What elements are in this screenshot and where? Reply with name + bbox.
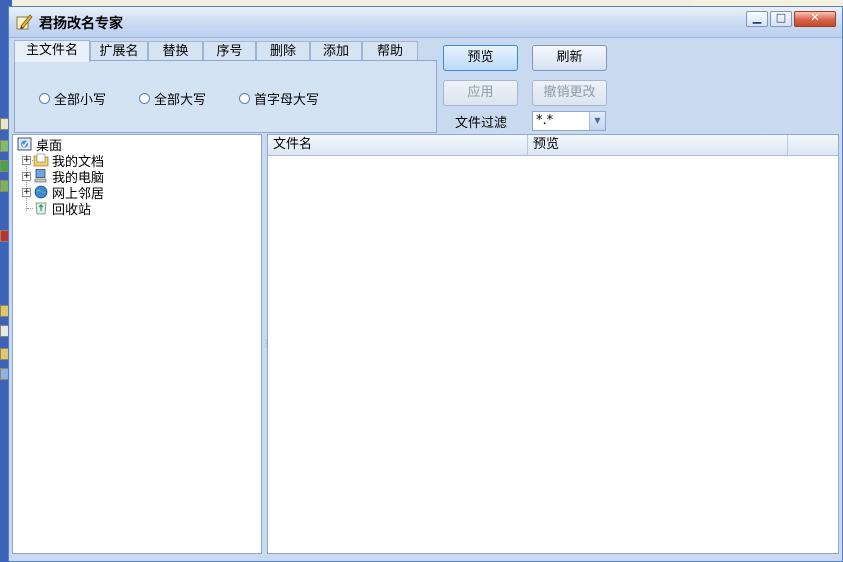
close-button[interactable]: ✕ [794, 11, 836, 27]
tree-node-recycle-bin[interactable]: 回收站 [33, 200, 92, 218]
documents-folder-icon [33, 153, 49, 167]
network-icon [34, 185, 48, 199]
minimize-icon: ▁ [752, 11, 762, 24]
radio-label: 全部大写 [154, 93, 207, 108]
file-list[interactable]: 文件名 预览 [267, 134, 839, 554]
folder-tree[interactable]: 桌面 + 我的文档 + 我的电脑 + 网上邻居 回收站 [12, 134, 262, 554]
radio-all-lowercase[interactable]: 全部小写 [39, 89, 106, 108]
tab-sequence[interactable]: 序号 [203, 41, 256, 61]
tab-help[interactable]: 帮助 [362, 41, 418, 61]
tab-replace[interactable]: 替换 [148, 41, 203, 61]
column-header-filename[interactable]: 文件名 [268, 135, 528, 155]
radio-all-uppercase[interactable]: 全部大写 [139, 89, 206, 108]
window-title: 君扬改名专家 [39, 16, 123, 32]
column-header-preview[interactable]: 预览 [528, 135, 788, 155]
undo-changes-button[interactable]: 撤销更改 [532, 80, 607, 106]
column-header-filler [788, 135, 838, 155]
radio-capitalize-first[interactable]: 首字母大写 [239, 89, 319, 108]
expand-plus-icon[interactable]: + [22, 171, 31, 181]
tab-extension[interactable]: 扩展名 [90, 41, 148, 61]
main-window: 君扬改名专家 ▁ □ ✕ 主文件名 扩展名 替换 序号 删除 添加 帮助 全部小… [8, 6, 843, 562]
radio-label: 全部小写 [54, 93, 107, 108]
refresh-button[interactable]: 刷新 [532, 45, 607, 71]
preview-button[interactable]: 预览 [443, 45, 518, 71]
tab-add[interactable]: 添加 [310, 41, 362, 61]
radio-label: 首字母大写 [254, 93, 320, 108]
tree-node-label: 回收站 [52, 202, 92, 218]
maximize-button[interactable]: □ [770, 11, 792, 27]
radio-circle-icon[interactable] [239, 93, 250, 104]
tab-delete[interactable]: 删除 [256, 41, 310, 61]
title-bar[interactable]: 君扬改名专家 ▁ □ ✕ [9, 7, 842, 38]
recycle-bin-icon [35, 202, 47, 215]
expand-plus-icon[interactable]: + [22, 187, 31, 197]
pencil-app-icon [16, 14, 33, 30]
radio-circle-icon[interactable] [39, 93, 50, 104]
expand-plus-icon[interactable]: + [22, 155, 31, 165]
tab-panel-main-filename: 全部小写 全部大写 首字母大写 [14, 60, 437, 133]
tab-bar: 主文件名 扩展名 替换 序号 删除 添加 帮助 [14, 40, 434, 62]
close-icon: ✕ [810, 11, 820, 24]
window-controls: ▁ □ ✕ [746, 11, 836, 27]
desktop-icon [17, 137, 32, 151]
apply-button[interactable]: 应用 [443, 80, 518, 106]
file-filter-value: *.* [536, 113, 554, 128]
file-filter-label: 文件过滤 [455, 116, 508, 131]
computer-icon [34, 169, 47, 183]
chevron-down-icon[interactable]: ▼ [589, 112, 605, 130]
maximize-icon: □ [775, 11, 787, 24]
minimize-button[interactable]: ▁ [746, 11, 768, 27]
file-list-header: 文件名 预览 [268, 135, 838, 156]
tab-main-filename[interactable]: 主文件名 [14, 40, 90, 62]
radio-circle-icon[interactable] [139, 93, 150, 104]
file-filter-combobox[interactable]: *.* ▼ [532, 111, 606, 131]
